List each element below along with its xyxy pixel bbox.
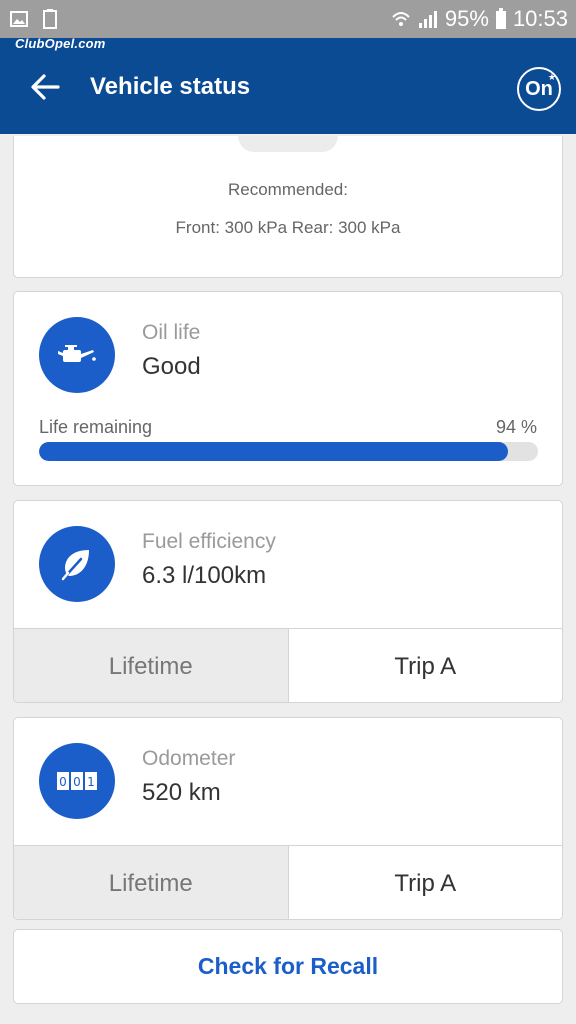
odometer-digit: 1 xyxy=(87,775,95,789)
battery-percent: 95% xyxy=(444,6,489,31)
oil-can-icon xyxy=(58,345,96,362)
check-for-recall-button[interactable]: Check for Recall xyxy=(13,929,563,1004)
odometer-icon-circle: 0 0 1 xyxy=(39,743,115,819)
odometer-card: 0 0 1 Odometer 520 km Lifetime Trip A xyxy=(13,717,563,920)
fuel-icon-circle xyxy=(39,526,115,602)
battery-icon xyxy=(495,8,507,30)
screenshot-icon xyxy=(42,9,58,29)
fuel-tabs: Lifetime Trip A xyxy=(14,628,562,702)
odometer-digit: 0 xyxy=(59,775,67,789)
oil-life-progress-fill xyxy=(39,442,509,461)
tire-recommended-label: Recommended: xyxy=(227,180,348,199)
odometer-digit: 0 xyxy=(73,775,81,789)
odometer-tabs: Lifetime Trip A xyxy=(14,845,562,919)
status-time: 10:53 xyxy=(512,6,568,31)
status-bar: 95% 10:53 xyxy=(0,0,576,38)
tire-pressure-values: Front: 300 kPa Rear: 300 kPa xyxy=(175,218,401,237)
oil-life-card: Oil life Good Life remaining 94 % xyxy=(13,291,563,486)
odometer-icon: 0 0 1 xyxy=(57,772,97,790)
watermark-logo: ClubOpel.com xyxy=(15,36,106,51)
fuel-efficiency-label: Fuel efficiency xyxy=(142,530,276,553)
odometer-value: 520 km xyxy=(142,779,221,806)
leaf-icon xyxy=(61,550,89,581)
oil-life-value: Good xyxy=(142,353,201,380)
odometer-tab-trip-a[interactable]: Trip A xyxy=(288,846,562,919)
back-button[interactable] xyxy=(28,72,62,102)
gallery-icon xyxy=(10,10,28,28)
star-icon: ★ xyxy=(547,72,556,82)
app-bar: Vehicle status On ★ xyxy=(0,38,576,134)
wifi-icon xyxy=(391,9,411,29)
page-title: Vehicle status xyxy=(90,73,251,100)
life-remaining-label: Life remaining xyxy=(39,417,153,437)
oil-life-label: Oil life xyxy=(142,321,201,344)
fuel-tab-lifetime[interactable]: Lifetime xyxy=(14,629,289,702)
status-bar-notifications xyxy=(10,9,58,29)
fuel-tab-trip-a[interactable]: Trip A xyxy=(288,629,562,702)
oil-life-progress-bar xyxy=(39,442,538,461)
status-bar-system: 95% 10:53 xyxy=(391,6,568,32)
tire-pressure-card: Recommended: Front: 300 kPa Rear: 300 kP… xyxy=(13,136,563,278)
fuel-efficiency-value: 6.3 l/100km xyxy=(142,562,267,589)
onstar-button[interactable]: On ★ xyxy=(517,67,561,111)
life-remaining-percent: 94 % xyxy=(495,417,537,437)
signal-icon xyxy=(417,9,439,29)
fuel-efficiency-card: Fuel efficiency 6.3 l/100km Lifetime Tri… xyxy=(13,500,563,703)
arrow-left-icon xyxy=(31,74,60,100)
odometer-tab-lifetime[interactable]: Lifetime xyxy=(14,846,289,919)
oil-icon-circle xyxy=(39,317,115,393)
tire-icon xyxy=(238,136,338,152)
odometer-label: Odometer xyxy=(142,747,236,770)
